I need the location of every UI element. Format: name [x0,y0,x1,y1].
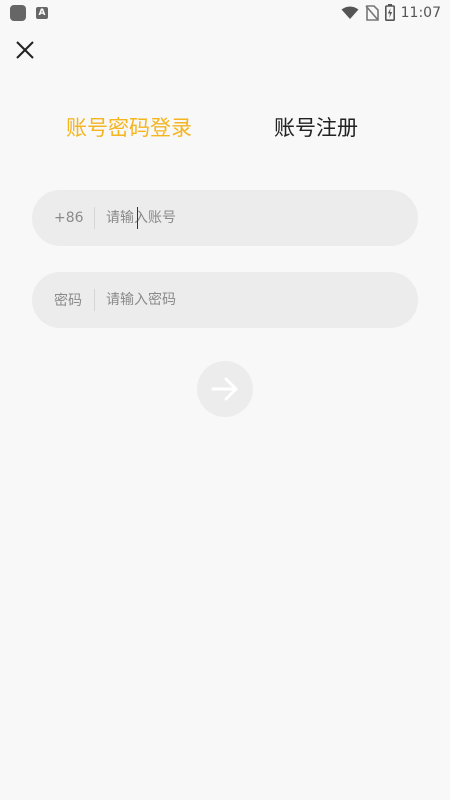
arrow-right-icon [211,377,238,401]
account-field: +86 [32,190,418,246]
status-bar-left: A [10,4,48,21]
field-divider [94,289,95,311]
text-caret [137,207,138,229]
account-input[interactable] [106,190,418,246]
close-icon [16,41,34,59]
no-sim-icon [365,4,379,21]
tab-password-login[interactable]: 账号密码登录 [66,110,192,146]
app-icon [10,4,26,21]
submit-button[interactable] [197,361,253,417]
password-label: 密码 [54,293,82,309]
tab-register[interactable]: 账号注册 [274,110,358,146]
password-input[interactable] [106,272,418,328]
battery-charging-icon [384,4,395,21]
status-bar-right: 11:07 [341,4,441,21]
country-code-prefix[interactable]: +86 [32,210,94,226]
wifi-icon [341,6,359,19]
field-divider [94,207,95,229]
login-tabs: 账号密码登录 账号注册 [0,110,450,146]
password-field: 密码 [32,272,418,328]
login-screen: A 11:07 账号密码登录 账号注册 +86 请输入账号 密码 [0,0,450,800]
a-badge-icon: A [36,6,48,19]
status-time: 11:07 [400,4,441,21]
close-button[interactable] [12,37,38,63]
status-bar: A 11:07 [0,0,450,25]
